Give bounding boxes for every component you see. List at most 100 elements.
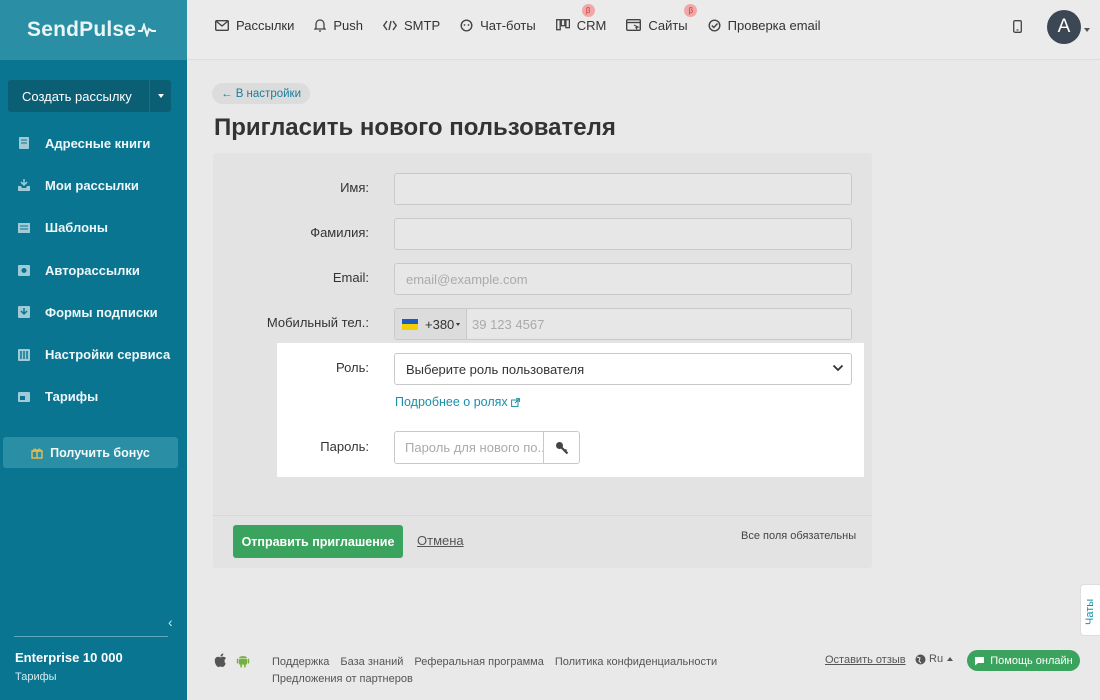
sidebar-item-label: Настройки сервиса (45, 347, 171, 363)
password-input[interactable]: Пароль для нового по... (394, 431, 544, 464)
generate-password-button[interactable] (543, 431, 580, 464)
tab-label: Push (333, 17, 363, 33)
mobile-phone-icon[interactable] (1013, 20, 1022, 33)
chats-tab[interactable]: Чаты (1080, 584, 1100, 636)
sidebar-item-label: Авторассылки (45, 262, 140, 278)
apple-icon[interactable] (214, 653, 227, 668)
external-link-icon (510, 397, 520, 407)
chevron-down-icon[interactable] (1084, 28, 1090, 32)
country-code-value: +380 (425, 316, 455, 332)
language-selector[interactable]: Ru (915, 653, 954, 665)
bell-icon (314, 18, 327, 32)
create-campaign-group: Создать рассылку (8, 80, 171, 112)
ukraine-flag-icon (402, 318, 418, 330)
tab-label: Проверка email (727, 17, 821, 33)
footer-link-support[interactable]: Поддержка (272, 656, 329, 668)
pulse-icon (138, 23, 157, 37)
code-icon (383, 20, 397, 30)
sidebar-item-subscription-forms[interactable]: Формы подписки (0, 291, 187, 333)
beta-badge: β (581, 3, 595, 17)
footer: Поддержка База знаний Реферальная программ… (187, 640, 1100, 700)
android-icon[interactable] (236, 653, 250, 668)
globe-icon (915, 654, 926, 664)
site-icon (626, 19, 642, 31)
leave-review-link[interactable]: Оставить отзыв (825, 654, 906, 666)
tab-email-verification[interactable]: Проверка email (708, 18, 821, 33)
inbox-icon (18, 179, 30, 192)
top-bar: Рассылки Push SMTP Чат-боты CRM β Сайты … (187, 0, 1100, 60)
chat-bubble-icon (975, 656, 985, 665)
automation-icon (18, 265, 30, 277)
get-bonus-button[interactable]: Получить бонус (3, 437, 178, 468)
email-input[interactable]: email@example.com (394, 263, 852, 295)
book-icon (19, 137, 29, 150)
first-name-input[interactable] (394, 173, 852, 205)
sidebar-nav: Адресные книги Мои рассылки Шаблоны Авто… (0, 122, 187, 418)
sidebar-item-address-books[interactable]: Адресные книги (0, 122, 187, 164)
last-name-label: Фамилия: (310, 225, 369, 240)
user-avatar[interactable]: A (1047, 10, 1081, 44)
tab-label: Чат-боты (480, 17, 536, 33)
envelope-icon (215, 19, 229, 31)
tab-email[interactable]: Рассылки (215, 18, 294, 33)
last-name-input[interactable] (394, 218, 852, 250)
chats-tab-label: Чаты (1084, 598, 1096, 625)
logo-text: SendPulse (27, 18, 137, 41)
tab-push[interactable]: Push (314, 18, 363, 33)
footer-link-referral[interactable]: Реферальная программа (414, 656, 543, 668)
role-label: Роль: (335, 360, 369, 375)
sidebar-divider (14, 636, 168, 637)
back-to-settings-link[interactable]: ← В настройки (212, 83, 310, 104)
sidebar-item-automations[interactable]: Авторассылки (0, 249, 187, 291)
form-icon (18, 306, 30, 319)
footer-app-icons (214, 653, 259, 668)
tab-chatbots[interactable]: Чат-боты (460, 18, 536, 33)
crm-icon (555, 19, 570, 31)
footer-link-partners[interactable]: Предложения от партнеров (272, 673, 413, 685)
roles-info-link[interactable]: Подробнее о ролях (395, 395, 520, 409)
chatbot-icon (460, 18, 473, 32)
check-circle-icon (708, 18, 721, 32)
language-value: Ru (929, 653, 944, 665)
sidebar-item-service-settings[interactable]: Настройки сервиса (0, 333, 187, 375)
key-icon (555, 441, 568, 454)
create-campaign-button[interactable]: Создать рассылку (8, 80, 149, 112)
collapse-sidebar-icon[interactable]: ‹ (168, 614, 173, 630)
sidebar-item-pricing[interactable]: Тарифы (0, 376, 187, 418)
sidebar-item-label: Адресные книги (45, 135, 151, 151)
tab-sites[interactable]: Сайты β (626, 3, 698, 33)
page-title: Пригласить нового пользователя (214, 114, 616, 141)
chevron-up-icon (947, 657, 954, 661)
beta-badge: β (684, 3, 698, 17)
cancel-link[interactable]: Отмена (417, 533, 464, 548)
create-campaign-dropdown[interactable] (149, 80, 171, 112)
online-help-button[interactable]: Помощь онлайн (967, 650, 1080, 671)
sidebar-item-label: Шаблоны (45, 220, 108, 236)
password-label: Пароль: (320, 439, 369, 454)
tab-label: Сайты (648, 17, 688, 33)
wallet-icon (18, 391, 30, 402)
footer-link-privacy[interactable]: Политика конфиденциальности (555, 656, 717, 668)
sidebar-item-my-campaigns[interactable]: Мои рассылки (0, 164, 187, 206)
plan-pricing-link[interactable]: Тарифы (15, 671, 57, 683)
footer-link-knowledge-base[interactable]: База знаний (340, 656, 403, 668)
country-code-select[interactable]: +380 (395, 309, 467, 339)
required-fields-note: Все поля обязательны (741, 530, 857, 542)
role-select-value: Выберите роль пользователя (406, 361, 585, 377)
sidebar-item-templates[interactable]: Шаблоны (0, 207, 187, 249)
first-name-label: Имя: (340, 180, 369, 195)
tab-label: SMTP (404, 17, 441, 33)
help-label: Помощь онлайн (990, 654, 1073, 667)
tab-crm[interactable]: CRM β (555, 3, 607, 33)
top-nav: Рассылки Push SMTP Чат-боты CRM β Сайты … (215, 0, 841, 50)
gift-icon (31, 448, 43, 459)
logo[interactable]: SendPulse (27, 18, 157, 42)
role-select[interactable]: Выберите роль пользователя (394, 353, 852, 385)
tab-label: Рассылки (236, 17, 295, 33)
tab-smtp[interactable]: SMTP (383, 18, 440, 33)
send-invitation-button[interactable]: Отправить приглашение (233, 525, 403, 558)
tab-label: CRM (576, 17, 607, 33)
roles-link-label: Подробнее о ролях (395, 395, 508, 409)
plan-name: Enterprise 10 000 (15, 650, 123, 665)
logo-bar: SendPulse (0, 0, 187, 60)
